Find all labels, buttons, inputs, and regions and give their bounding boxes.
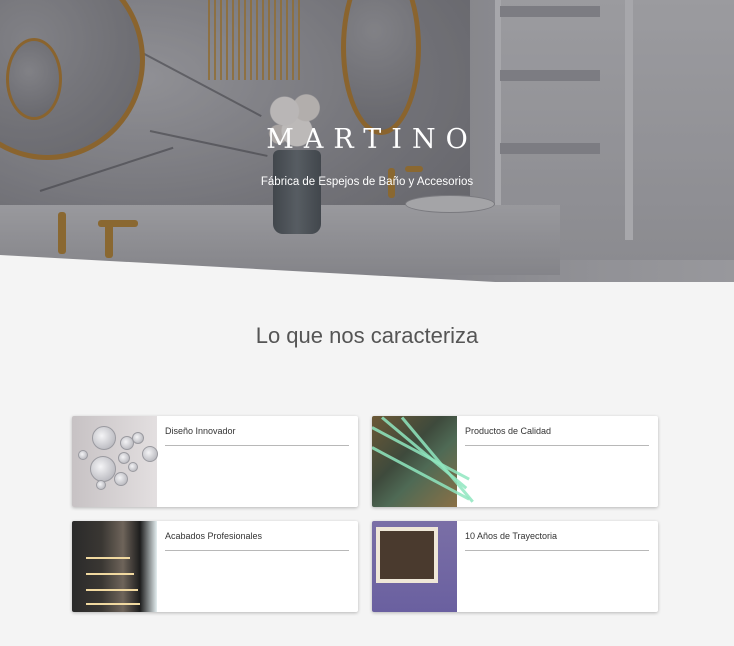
card-title: Productos de Calidad [465,426,552,436]
card-image [372,521,457,612]
feature-card[interactable]: 10 Años de Trayectoria [372,521,658,612]
card-divider [165,550,349,551]
card-divider [465,445,649,446]
section-title: Lo que nos caracteriza [255,323,479,348]
card-title: Acabados Profesionales [165,531,263,541]
card-divider [165,445,349,446]
hero-tagline: Fábrica de Espejos de Baño y Accesorios [260,176,474,188]
hero-banner: MARTINO Fábrica de Espejos de Baño y Acc… [0,0,734,290]
card-title: 10 Años de Trayectoria [465,531,558,541]
hero-divider-fill [0,282,734,290]
card-image [72,416,158,507]
card-image [72,521,157,612]
feature-card[interactable]: Productos de Calidad [372,416,658,507]
card-divider [465,550,649,551]
feature-card[interactable]: Diseño Innovador [72,416,358,507]
card-image [372,416,474,507]
brand-logo: MARTINO [266,124,478,155]
feature-card[interactable]: Acabados Profesionales [72,521,358,612]
card-title: Diseño Innovador [165,426,236,436]
